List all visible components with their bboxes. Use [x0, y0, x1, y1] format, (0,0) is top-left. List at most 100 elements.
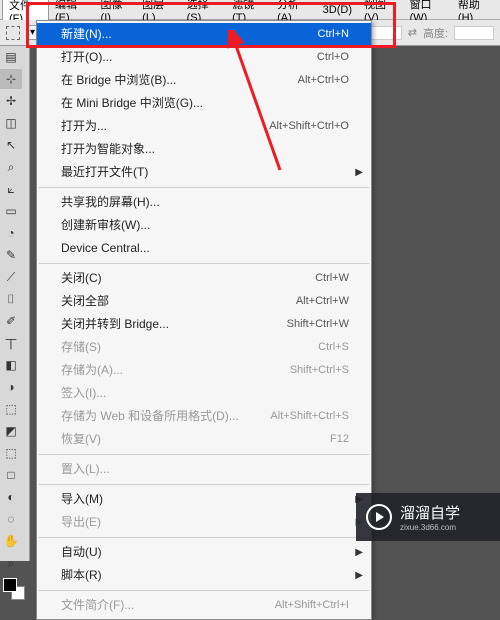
menu-item: 文件简介(F)... Alt+Shift+Ctrl+I — [37, 594, 371, 617]
watermark: 溜溜自学 zixue.3d66.com — [356, 493, 500, 541]
tool-icon[interactable]: ⌕ — [0, 157, 22, 177]
menu-item-label: Device Central... — [61, 240, 150, 257]
menu-item[interactable]: 关闭全部 Alt+Ctrl+W — [37, 290, 371, 313]
tool-icon[interactable]: ⟋ — [0, 267, 22, 287]
menu-item[interactable]: 脚本(R) ▶ — [37, 564, 371, 587]
menu-item-shortcut: Shift+Ctrl+W — [287, 316, 349, 333]
menu-3d[interactable]: 3D(D) — [317, 2, 358, 18]
menu-item[interactable]: 创建新审核(W)... — [37, 214, 371, 237]
tool-icon[interactable]: ◔ — [0, 223, 22, 243]
menu-item: 置入(L)... — [37, 458, 371, 481]
menu-item-shortcut: Alt+Shift+Ctrl+S — [270, 408, 349, 425]
tool-icon[interactable]: ◧ — [0, 355, 22, 375]
menu-item-label: 关闭全部 — [61, 293, 109, 310]
menu-separator — [39, 590, 369, 591]
menu-item-label: 导出(E) — [61, 514, 101, 531]
menu-item[interactable]: 新建(N)... Ctrl+N — [37, 23, 371, 46]
menu-item[interactable]: 打开(O)...Ctrl+O — [37, 46, 371, 69]
tool-icon[interactable]: ▭ — [0, 201, 22, 221]
menu-separator — [39, 537, 369, 538]
tool-icon[interactable]: ◑ — [0, 377, 22, 397]
menu-item: 存储为(A)... Shift+Ctrl+S — [37, 359, 371, 382]
menu-item[interactable]: 在 Mini Bridge 中浏览(G)... — [37, 92, 371, 115]
menu-item-label: 最近打开文件(T) — [61, 164, 148, 181]
menu-item-label: 存储(S) — [61, 339, 101, 356]
menu-item-label: 恢复(V) — [61, 431, 101, 448]
tool-icon[interactable]: ⌷ — [0, 289, 22, 309]
swap-icon[interactable]: ⇄ — [408, 26, 417, 39]
watermark-text: 溜溜自学 — [400, 505, 460, 522]
menu-item-label: 打开(O)... — [61, 49, 112, 66]
tool-icon[interactable]: 丅 — [0, 333, 22, 353]
menu-item-shortcut: Alt+Shift+Ctrl+O — [269, 118, 349, 135]
menu-separator — [39, 484, 369, 485]
menu-item-label: 关闭(C) — [61, 270, 102, 287]
play-icon — [366, 504, 392, 530]
menu-item: 恢复(V) F12 — [37, 428, 371, 451]
menu-item-label: 自动(U) — [61, 544, 102, 561]
tool-icon[interactable]: ✎ — [0, 245, 22, 265]
menu-item-label: 新建(N)... — [61, 26, 112, 43]
tool-icon[interactable]: □ — [0, 465, 22, 485]
height-input[interactable] — [454, 26, 494, 40]
menu-item[interactable]: 打开为智能对象... — [37, 138, 371, 161]
tool-icon[interactable]: ↖ — [0, 135, 22, 155]
menu-item-label: 脚本(R) — [61, 567, 102, 584]
menu-item-label: 存储为 Web 和设备所用格式(D)... — [61, 408, 239, 425]
menu-item-label: 在 Mini Bridge 中浏览(G)... — [61, 95, 203, 112]
tool-icon[interactable]: ✢ — [0, 91, 22, 111]
tool-icon[interactable]: ⌕ — [0, 553, 22, 573]
menu-separator — [39, 263, 369, 264]
tools-panel: ▤⊹✢◫↖⌕⟀▭◔✎⟋⌷✐丅◧◑⬚◩⬚□◐◌✋⌕ — [0, 46, 30, 561]
menu-item[interactable]: 关闭(C) Ctrl+W — [37, 267, 371, 290]
submenu-arrow-icon: ▶ — [355, 164, 363, 181]
file-dropdown-menu: 新建(N)...Ctrl+N打开(O)...Ctrl+O在 Bridge 中浏览… — [36, 20, 372, 620]
tool-icon[interactable]: ⬚ — [0, 399, 22, 419]
height-label: 高度: — [423, 25, 448, 41]
menu-item-label: 共享我的屏幕(H)... — [61, 194, 160, 211]
menu-item[interactable]: Device Central... — [37, 237, 371, 260]
tool-icon[interactable]: ⊹ — [0, 69, 22, 89]
menu-item-label: 关闭并转到 Bridge... — [61, 316, 169, 333]
menu-item-label: 导入(M) — [61, 491, 103, 508]
menu-item-label: 在 Bridge 中浏览(B)... — [61, 72, 176, 89]
menu-item[interactable]: 共享我的屏幕(H)... — [37, 191, 371, 214]
tool-icon[interactable]: ◐ — [0, 487, 22, 507]
menu-item[interactable]: 最近打开文件(T) ▶ — [37, 161, 371, 184]
menu-item[interactable]: 导入(M)▶ — [37, 488, 371, 511]
menu-item-shortcut: F12 — [330, 431, 349, 448]
tool-icon[interactable]: ✐ — [0, 311, 22, 331]
menu-item: 存储(S) Ctrl+S — [37, 336, 371, 359]
tool-icon[interactable]: ◌ — [0, 509, 22, 529]
tool-icon[interactable]: ◫ — [0, 113, 22, 133]
menu-item-shortcut: Alt+Shift+Ctrl+I — [275, 597, 349, 614]
menubar: 文件(F) 编辑(E) 图像(I) 图层(L) 选择(S) 滤镜(T) 分析(A… — [0, 0, 500, 20]
color-swatch[interactable] — [3, 578, 25, 600]
menu-item-shortcut: Alt+Ctrl+O — [298, 72, 349, 89]
menu-item-shortcut: Ctrl+S — [318, 339, 349, 356]
marquee-tool-icon[interactable] — [6, 26, 20, 40]
menu-item-shortcut: Alt+Ctrl+W — [296, 293, 349, 310]
menu-item[interactable]: 打开为...Alt+Shift+Ctrl+O — [37, 115, 371, 138]
menu-item-label: 创建新审核(W)... — [61, 217, 150, 234]
tool-icon[interactable]: ⬚ — [0, 443, 22, 463]
submenu-arrow-icon: ▶ — [355, 567, 363, 584]
menu-item: 签入(I)... — [37, 382, 371, 405]
menu-item[interactable]: 在 Bridge 中浏览(B)... Alt+Ctrl+O — [37, 69, 371, 92]
menu-item-label: 存储为(A)... — [61, 362, 123, 379]
tool-icon[interactable]: ✋ — [0, 531, 22, 551]
menu-separator — [39, 454, 369, 455]
menu-item[interactable]: 关闭并转到 Bridge... Shift+Ctrl+W — [37, 313, 371, 336]
foreground-color[interactable] — [3, 578, 17, 592]
menu-item-shortcut: Ctrl+W — [315, 270, 349, 287]
menu-item-label: 置入(L)... — [61, 461, 110, 478]
menu-item-label: 文件简介(F)... — [61, 597, 134, 614]
menu-item: 导出(E)▶ — [37, 511, 371, 534]
tool-icon[interactable]: ◩ — [0, 421, 22, 441]
menu-item-shortcut: Shift+Ctrl+S — [290, 362, 349, 379]
menu-item-shortcut: Ctrl+N — [318, 26, 349, 43]
tool-icon[interactable]: ⟀ — [0, 179, 22, 199]
tool-icon[interactable]: ▤ — [0, 47, 22, 67]
menu-item-label: 签入(I)... — [61, 385, 106, 402]
watermark-sub: zixue.3d66.com — [400, 523, 460, 532]
